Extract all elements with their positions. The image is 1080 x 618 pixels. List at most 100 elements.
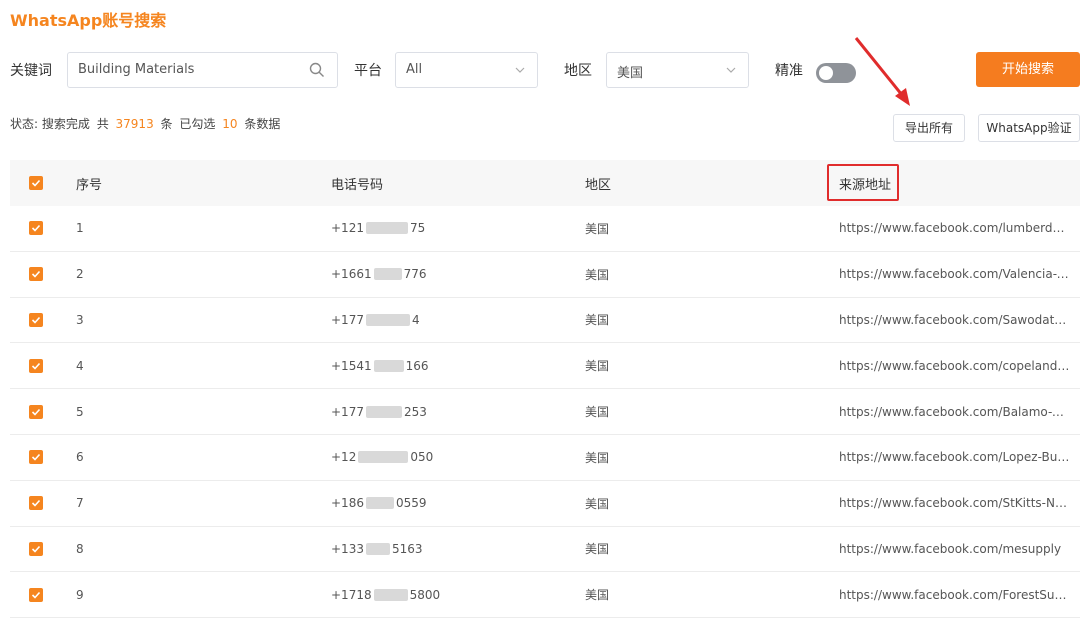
header-index[interactable]: 序号 — [76, 160, 276, 206]
results-table: 序号 电话号码 地区 来源地址 1 +121 75 美国 https://www.… — [10, 160, 1080, 618]
total-count: 37913 — [115, 117, 154, 131]
row-source-url[interactable]: https://www.facebook.com/Lopez-Building-… — [839, 450, 1071, 464]
selected-prefix: 已勾选 — [179, 117, 216, 131]
row-index: 3 — [76, 312, 84, 327]
precise-label: 精准 — [775, 63, 803, 79]
row-source[interactable]: https://www.facebook.com/lumberdepot — [839, 206, 1071, 251]
row-phone: +1718 5800 — [331, 572, 531, 617]
phone-prefix: +12 — [331, 450, 357, 465]
phone-prefix: +1541 — [331, 358, 372, 373]
phone-redaction — [358, 451, 409, 464]
row-source[interactable]: https://www.facebook.com/Balamo-Building — [839, 389, 1071, 434]
row-source-url[interactable]: https://www.facebook.com/StKitts-Nevis — [839, 496, 1071, 510]
row-source-url[interactable]: https://www.facebook.com/mesupply — [839, 542, 1071, 556]
row-source[interactable]: https://www.facebook.com/Sawodatrading — [839, 298, 1071, 343]
table-row[interactable]: 3 +177 4 美国 https://www.facebook.com/Sawo… — [10, 297, 1080, 344]
row-source[interactable]: https://www.facebook.com/ForestSupply — [839, 572, 1071, 617]
row-phone: +186 0559 — [331, 481, 531, 526]
row-source-url[interactable]: https://www.facebook.com/Sawodatrading — [839, 313, 1071, 327]
row-phone: +133 5163 — [331, 527, 531, 572]
phone-prefix: +1661 — [331, 267, 372, 282]
check-icon — [31, 316, 41, 324]
row-region: 美国 — [585, 542, 610, 557]
keyword-value: Building Materials — [78, 62, 195, 77]
platform-label: 平台 — [354, 63, 382, 79]
arrow-annotation — [854, 37, 910, 106]
row-phone: +177 4 — [331, 298, 531, 343]
search-icon[interactable] — [309, 62, 325, 78]
row-region: 美国 — [585, 496, 610, 511]
row-phone: +1541 166 — [331, 343, 531, 388]
keyword-input[interactable]: Building Materials — [67, 52, 338, 88]
row-checkbox[interactable] — [29, 221, 43, 236]
whatsapp-verify-button[interactable]: WhatsApp验证 — [978, 114, 1080, 142]
row-region: 美国 — [585, 450, 610, 465]
check-icon — [31, 362, 41, 370]
row-source-url[interactable]: https://www.facebook.com/Balamo-Building — [839, 405, 1071, 419]
phone-suffix: 5800 — [409, 587, 441, 602]
select-all-checkbox[interactable] — [29, 176, 43, 190]
row-source[interactable]: https://www.facebook.com/StKitts-Nevis — [839, 481, 1071, 526]
phone-redaction — [365, 542, 390, 555]
row-source-url[interactable]: https://www.facebook.com/copelandlumber — [839, 359, 1071, 373]
row-index: 4 — [76, 358, 84, 373]
start-search-button[interactable]: 开始搜索 — [976, 52, 1080, 87]
row-source[interactable]: https://www.facebook.com/Valencia-Buildi… — [839, 252, 1071, 297]
phone-suffix: 253 — [403, 404, 427, 419]
platform-value: All — [406, 62, 423, 77]
check-icon — [31, 591, 41, 599]
total-prefix: 共 — [96, 117, 109, 131]
selected-count: 10 — [222, 117, 238, 131]
row-checkbox[interactable] — [29, 541, 43, 556]
row-region: 美国 — [585, 267, 610, 282]
row-source[interactable]: https://www.facebook.com/copelandlumber — [839, 343, 1071, 388]
phone-redaction — [373, 588, 408, 601]
check-icon — [31, 225, 41, 233]
status-text: 状态: 搜索完成 — [10, 117, 90, 131]
row-checkbox[interactable] — [29, 496, 43, 511]
phone-prefix: +1718 — [331, 587, 372, 602]
check-icon — [31, 408, 41, 416]
table-row[interactable]: 8 +133 5163 美国 https://www.facebook.com/m… — [10, 526, 1080, 573]
row-phone: +121 75 — [331, 206, 531, 251]
header-phone[interactable]: 电话号码 — [331, 160, 531, 206]
phone-prefix: +133 — [331, 541, 364, 556]
row-source[interactable]: https://www.facebook.com/Lopez-Building-… — [839, 435, 1071, 480]
phone-suffix: 4 — [411, 312, 420, 327]
source-header-highlight — [827, 164, 899, 201]
keyword-label: 关键词 — [10, 63, 52, 79]
table-row[interactable]: 5 +177 253 美国 https://www.facebook.com/Ba… — [10, 389, 1080, 435]
row-checkbox[interactable] — [29, 267, 43, 282]
row-checkbox[interactable] — [29, 450, 43, 465]
toggle-knob — [819, 66, 833, 80]
table-row[interactable]: 7 +186 0559 美国 https://www.facebook.com/S… — [10, 480, 1080, 527]
platform-select[interactable]: All — [395, 52, 538, 88]
table-row[interactable]: 1 +121 75 美国 https://www.facebook.com/lum… — [10, 206, 1080, 252]
row-source-url[interactable]: https://www.facebook.com/Valencia-Buildi… — [839, 267, 1071, 281]
header-region[interactable]: 地区 — [585, 160, 785, 206]
table-row[interactable]: 4 +1541 166 美国 https://www.facebook.com/c… — [10, 343, 1080, 390]
row-region: 美国 — [585, 405, 610, 420]
table-row[interactable]: 2 +1661 776 美国 https://www.facebook.com/V… — [10, 251, 1080, 298]
row-source-url[interactable]: https://www.facebook.com/ForestSupply — [839, 588, 1071, 602]
export-all-button[interactable]: 导出所有 — [893, 114, 965, 142]
row-index: 9 — [76, 587, 84, 602]
row-checkbox[interactable] — [29, 404, 43, 419]
phone-suffix: 0559 — [395, 496, 427, 511]
check-icon — [31, 500, 41, 507]
region-label: 地区 — [564, 63, 592, 79]
row-source[interactable]: https://www.facebook.com/mesupply — [839, 527, 1071, 572]
table-row[interactable]: 6 +12 050 美国 https://www.facebook.com/Lop… — [10, 434, 1080, 481]
phone-suffix: 050 — [410, 450, 434, 465]
row-checkbox[interactable] — [29, 358, 43, 373]
phone-suffix: 776 — [403, 267, 427, 282]
row-checkbox[interactable] — [29, 312, 43, 327]
check-icon — [31, 454, 41, 462]
phone-redaction — [365, 497, 394, 510]
row-checkbox[interactable] — [29, 587, 43, 602]
table-row[interactable]: 9 +1718 5800 美国 https://www.facebook.com/… — [10, 572, 1080, 618]
region-select[interactable]: 美国 — [606, 52, 749, 88]
row-index: 7 — [76, 496, 84, 511]
row-region: 美国 — [585, 221, 610, 236]
row-source-url[interactable]: https://www.facebook.com/lumberdepot — [839, 221, 1071, 235]
